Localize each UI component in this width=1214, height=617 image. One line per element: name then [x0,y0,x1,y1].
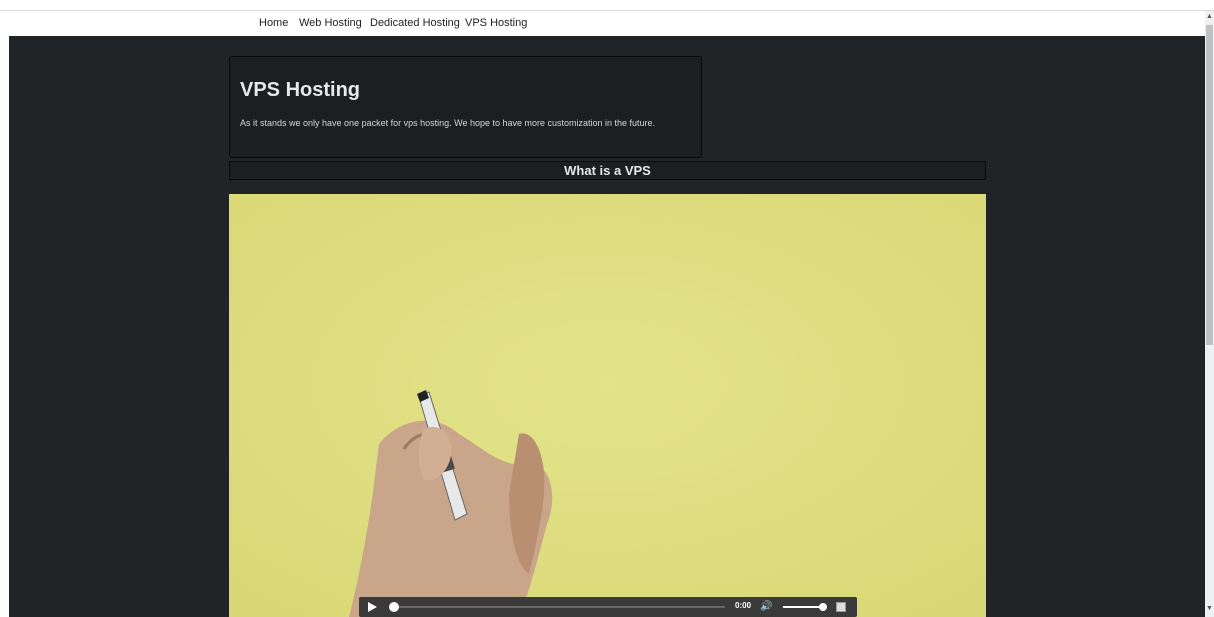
video-controls: 0:00 🔊 [359,597,857,617]
intro-description: As it stands we only have one packet for… [240,118,656,128]
video-frame-drawing [229,194,986,617]
top-nav: Home Web Hosting Dedicated Hosting VPS H… [0,11,1205,35]
volume-thumb[interactable] [819,603,827,611]
page-scrollbar[interactable]: ▲ ▼ [1205,11,1214,617]
play-icon[interactable] [368,602,377,612]
volume-slider[interactable] [783,606,823,608]
progress-thumb[interactable] [389,602,399,612]
progress-track[interactable] [397,606,725,608]
video-player[interactable]: 0:00 🔊 [229,194,986,617]
scroll-up-arrow-icon[interactable]: ▲ [1206,13,1213,20]
fullscreen-icon[interactable] [836,602,846,612]
current-time: 0:00 [735,601,752,610]
nav-home-link[interactable]: Home [259,17,288,29]
nav-vps-hosting-link[interactable]: VPS Hosting [465,17,527,29]
intro-card: VPS Hosting As it stands we only have on… [229,56,702,158]
scroll-down-arrow-icon[interactable]: ▼ [1206,605,1213,612]
scrollbar-thumb[interactable] [1206,25,1213,345]
browser-top-border [0,0,1214,11]
nav-web-hosting-link[interactable]: Web Hosting [299,17,362,29]
section-title: What is a VPS [564,163,651,178]
section-heading-bar: What is a VPS [229,161,986,180]
nav-dedicated-hosting-link[interactable]: Dedicated Hosting [370,17,460,29]
volume-icon[interactable]: 🔊 [760,601,772,613]
page-title: VPS Hosting [240,79,361,101]
